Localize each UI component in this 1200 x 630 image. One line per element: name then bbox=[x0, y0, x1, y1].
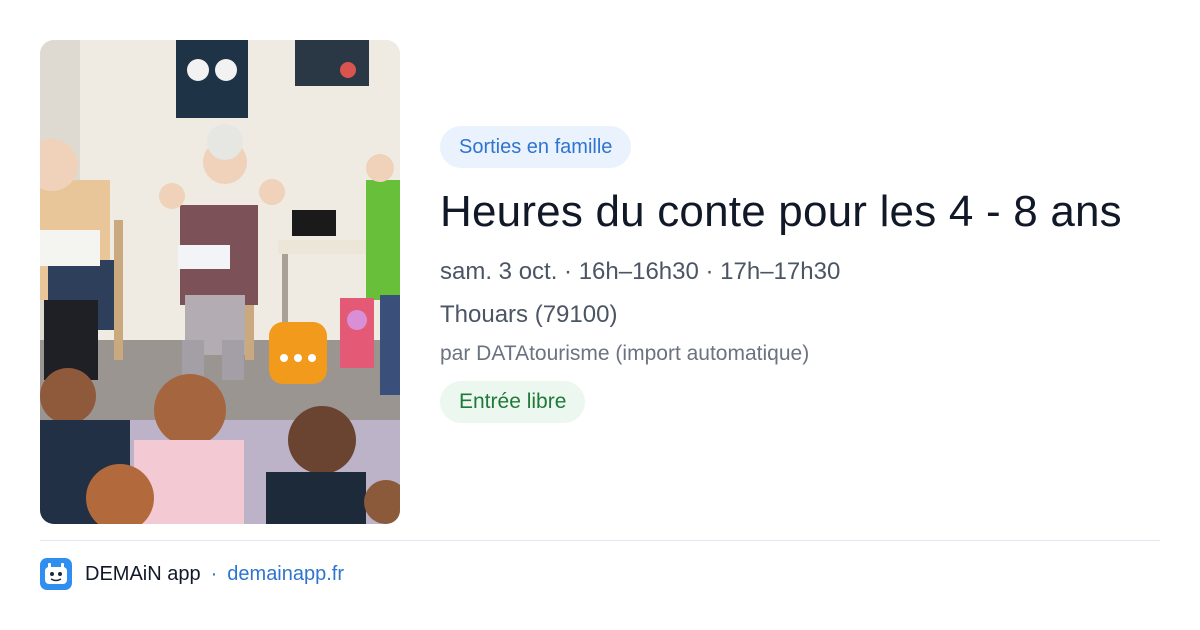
footer-separator: · bbox=[210, 562, 218, 585]
event-dates: sam. 3 oct. · 16h–16h30 · 17h–17h30 bbox=[440, 258, 841, 285]
app-logo-icon bbox=[40, 558, 72, 590]
category-badge: Sorties en famille bbox=[440, 126, 632, 168]
event-photo bbox=[40, 40, 400, 524]
app-domain-link[interactable]: demainapp.fr bbox=[227, 563, 344, 586]
event-info: Sorties en famille Heures du conte pour … bbox=[440, 126, 1160, 423]
footer-divider bbox=[40, 540, 1160, 541]
event-organizer: par DATAtourisme (import automatique) bbox=[440, 342, 810, 365]
footer: DEMAiN app · demainapp.fr bbox=[40, 557, 344, 591]
event-location: Thouars (79100) bbox=[440, 301, 618, 328]
price-badge: Entrée libre bbox=[440, 381, 586, 423]
app-name: DEMAiN app bbox=[85, 562, 201, 585]
event-title: Heures du conte pour les 4 - 8 ans bbox=[440, 187, 1122, 236]
